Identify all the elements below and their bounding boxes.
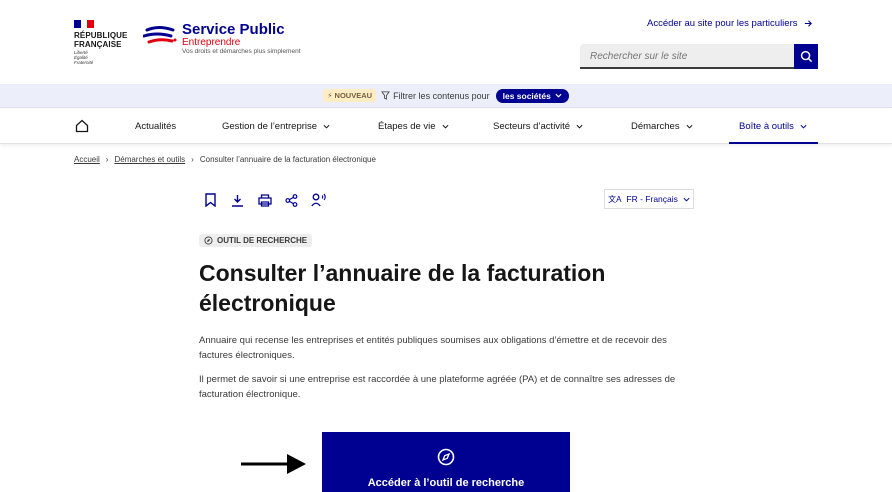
nav-active-indicator	[729, 142, 818, 144]
audience-select-pill[interactable]: les sociétés	[495, 88, 569, 103]
share-button[interactable]	[284, 192, 299, 208]
download-icon	[232, 194, 243, 207]
bookmark-button[interactable]	[203, 192, 218, 208]
chevron-down-icon	[442, 124, 449, 129]
chevron-down-icon	[323, 124, 330, 129]
new-badge-label: NOUVEAU	[334, 91, 373, 100]
devise: Liberté Égalité Fraternité	[74, 50, 93, 65]
nav-item-demarches[interactable]: Démarches	[631, 121, 693, 132]
detail-paragraph: Il permet de savoir si une entreprise es…	[199, 374, 676, 400]
access-tool-button[interactable]: Accéder à l’outil de recherche	[322, 432, 570, 492]
particuliers-link[interactable]: Accéder au site pour les particuliers	[647, 18, 813, 29]
nav-item-etapes[interactable]: Étapes de vie	[378, 121, 449, 132]
brand-tagline: Vos droits et démarches plus simplement	[182, 48, 301, 55]
chevron-down-icon	[555, 93, 562, 98]
breadcrumb-current: Consulter l’annuaire de la facturation é…	[199, 155, 376, 164]
compass-icon	[204, 236, 213, 245]
nav-label: Étapes de vie	[378, 121, 436, 132]
search-input[interactable]	[580, 44, 794, 69]
chevron-down-icon	[683, 197, 690, 202]
filter-bar: ⚡ NOUVEAU Filtrer les contenus pour les …	[0, 84, 892, 108]
devise-fraternite: Fraternité	[74, 60, 94, 65]
chevron-down-icon	[686, 124, 693, 129]
language-label: FR - Français	[626, 194, 678, 204]
service-public-logo-icon[interactable]	[143, 26, 177, 48]
print-button[interactable]	[257, 192, 272, 208]
nav-item-gestion[interactable]: Gestion de l’entreprise	[222, 121, 330, 132]
nav-item-boite-a-outils[interactable]: Boîte à outils	[739, 121, 807, 132]
chevron-right-icon: ›	[191, 155, 194, 164]
nav-label: Démarches	[631, 121, 680, 132]
compass-icon	[437, 448, 455, 466]
audience-select-label: les sociétés	[502, 90, 551, 101]
translate-icon: 文A	[608, 194, 622, 204]
nav-label: Gestion de l’entreprise	[222, 121, 318, 132]
access-tool-label: Accéder à l’outil de recherche	[367, 477, 525, 489]
filter-text: Filtrer les contenus pour	[393, 90, 490, 101]
chevron-down-icon	[800, 124, 807, 129]
search-icon	[800, 50, 812, 63]
bookmark-icon	[205, 193, 216, 207]
listen-button[interactable]	[311, 192, 326, 208]
share-icon	[285, 193, 298, 207]
arrow-pointer-icon	[241, 454, 306, 474]
language-select[interactable]: 文A FR - Français	[604, 189, 694, 209]
breadcrumb: Accueil › Démarches et outils › Consulte…	[74, 155, 376, 164]
print-icon	[257, 193, 272, 207]
search-bar	[580, 44, 818, 69]
nav-item-secteurs[interactable]: Secteurs d’activité	[493, 121, 583, 132]
breadcrumb-accueil[interactable]: Accueil	[74, 155, 100, 164]
home-icon[interactable]	[75, 119, 89, 133]
chevron-right-icon: ›	[105, 155, 109, 164]
particuliers-link-label: Accéder au site pour les particuliers	[647, 18, 798, 29]
search-button[interactable]	[794, 44, 818, 69]
chevron-down-icon	[576, 124, 583, 129]
brand-title[interactable]: Service Public	[182, 21, 285, 38]
filter-icon	[381, 91, 390, 100]
republique-francaise-logo[interactable]: RÉPUBLIQUE FRANÇAISE	[74, 31, 127, 49]
nav-label: Boîte à outils	[739, 121, 794, 132]
page-title: Consulter l’annuaire de la facturation é…	[199, 260, 606, 316]
marianne-flag	[74, 20, 95, 28]
page-tools	[203, 192, 326, 208]
arrow-right-icon	[804, 20, 812, 27]
republic-line2: FRANÇAISE	[74, 40, 122, 49]
content-type-tag: OUTIL DE RECHERCHE	[199, 234, 313, 247]
listen-icon	[311, 193, 326, 207]
download-button[interactable]	[230, 192, 245, 208]
intro-paragraph: Annuaire qui recense les entreprises et …	[199, 335, 667, 361]
nav-item-actualites[interactable]: Actualités	[135, 121, 176, 132]
breadcrumb-demarches[interactable]: Démarches et outils	[114, 155, 185, 164]
main-nav: Actualités Gestion de l’entreprise Étape…	[0, 109, 892, 144]
nav-label: Actualités	[135, 121, 177, 132]
content-type-label: OUTIL DE RECHERCHE	[217, 236, 308, 245]
nav-label: Secteurs d’activité	[493, 121, 571, 132]
new-badge: ⚡ NOUVEAU	[323, 89, 377, 102]
brand-subtitle: Entreprendre	[182, 37, 241, 48]
republic-line1: RÉPUBLIQUE	[74, 31, 128, 40]
filter-label: Filtrer les contenus pour	[381, 91, 490, 101]
